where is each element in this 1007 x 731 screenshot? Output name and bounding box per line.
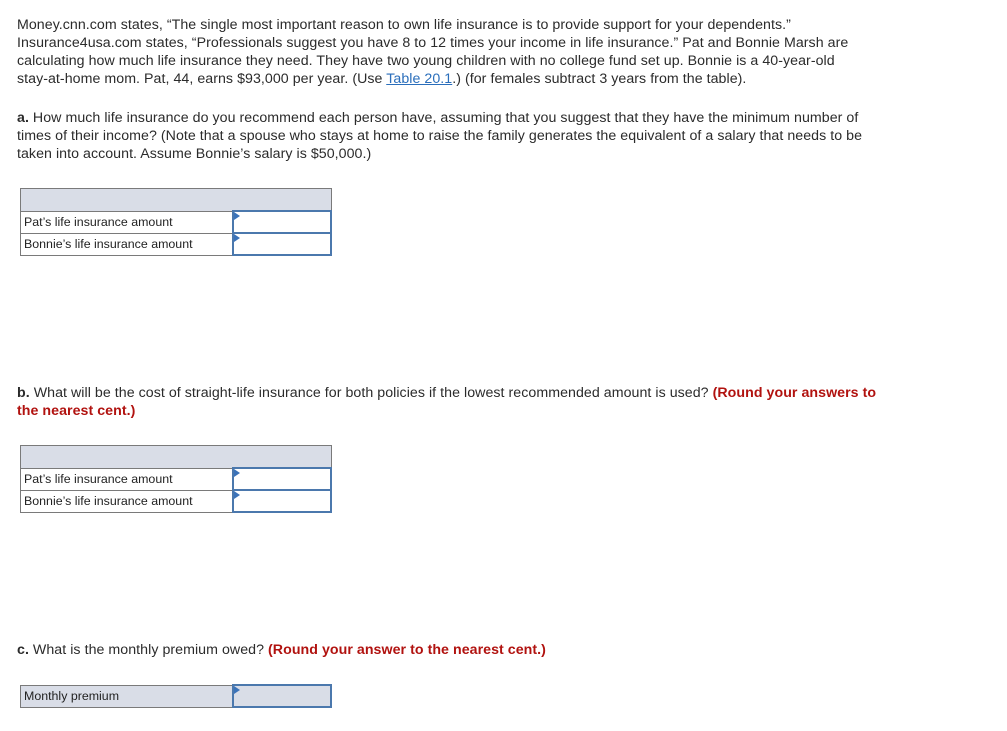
part-a-answer-table: Pat’s life insurance amount Bonnie’s lif… [20, 188, 332, 256]
table-row: Monthly premium [20, 684, 332, 708]
part-c-answer-table: Monthly premium [20, 684, 332, 708]
part-c-letter: c. [17, 642, 29, 658]
part-b-instruction-cont: the nearest cent.) [17, 403, 136, 419]
intro-line-1: Money.cnn.com states, “The single most i… [17, 17, 791, 33]
part-b-instruction: (Round your answers to [712, 385, 877, 401]
row-label: Pat’s life insurance amount [20, 210, 234, 234]
input-flag-icon [234, 212, 240, 220]
table-header-cell [20, 445, 332, 469]
problem-intro: Money.cnn.com states, “The single most i… [17, 16, 977, 88]
bonnie-cost-input[interactable] [234, 491, 330, 511]
table-20-1-link[interactable]: Table 20.1 [386, 71, 452, 87]
part-c-instruction: (Round your answer to the nearest cent.) [268, 642, 546, 658]
table-row: Pat’s life insurance amount [20, 210, 332, 234]
input-flag-icon [234, 686, 240, 694]
part-a-line-3: taken into account. Assume Bonnie’s sala… [17, 146, 372, 162]
part-a-letter: a. [17, 110, 29, 126]
input-flag-icon [234, 234, 240, 242]
bonnie-amount-input-cell[interactable] [232, 232, 332, 256]
pat-cost-input-cell[interactable] [232, 467, 332, 491]
row-label: Pat’s life insurance amount [20, 467, 234, 491]
part-a-text: How much life insurance do you recommend… [28, 110, 859, 126]
part-b-line-1: b. What will be the cost of straight-lif… [17, 384, 977, 402]
pat-cost-input[interactable] [234, 469, 330, 489]
table-header-row [20, 445, 332, 469]
row-label: Bonnie’s life insurance amount [20, 232, 234, 256]
intro-text: .) (for females subtract 3 years from th… [452, 71, 747, 87]
part-a-question: a. How much life insurance do you recomm… [17, 109, 977, 163]
intro-line-2: Insurance4usa.com states, “Professionals… [17, 35, 849, 51]
bonnie-cost-input-cell[interactable] [232, 489, 332, 513]
intro-line-3: calculating how much life insurance they… [17, 53, 835, 69]
row-label: Bonnie’s life insurance amount [20, 489, 234, 513]
part-a-line-1: a. How much life insurance do you recomm… [17, 109, 977, 127]
intro-text: stay-at-home mom. Pat, 44, earns $93,000… [17, 71, 387, 87]
input-flag-icon [234, 469, 240, 477]
part-b-answer-table: Pat’s life insurance amount Bonnie’s lif… [20, 445, 332, 513]
part-c-text: What is the monthly premium owed? [28, 642, 269, 658]
part-b-letter: b. [17, 385, 30, 401]
row-label: Monthly premium [20, 684, 234, 708]
pat-amount-input-cell[interactable] [232, 210, 332, 234]
table-row: Bonnie’s life insurance amount [20, 232, 332, 256]
bonnie-life-insurance-input[interactable] [234, 234, 330, 254]
monthly-premium-input-cell[interactable] [232, 684, 332, 708]
part-c-line-1: c. What is the monthly premium owed? (Ro… [17, 641, 977, 659]
table-header-row [20, 188, 332, 212]
part-a-line-2: times of their income? (Note that a spou… [17, 128, 863, 144]
part-b-text: What will be the cost of straight-life i… [29, 385, 713, 401]
table-row: Bonnie’s life insurance amount [20, 489, 332, 513]
table-row: Pat’s life insurance amount [20, 467, 332, 491]
table-header-cell [20, 188, 332, 212]
part-c-question: c. What is the monthly premium owed? (Ro… [17, 641, 977, 659]
input-flag-icon [234, 491, 240, 499]
monthly-premium-input[interactable] [234, 686, 330, 706]
pat-life-insurance-input[interactable] [234, 212, 330, 232]
intro-line-4: stay-at-home mom. Pat, 44, earns $93,000… [17, 70, 977, 88]
part-b-question: b. What will be the cost of straight-lif… [17, 384, 977, 420]
